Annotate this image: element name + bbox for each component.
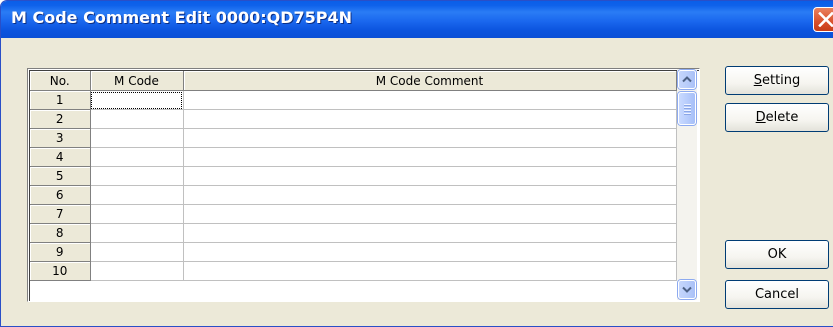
table-row: 2 [30,109,677,129]
m-code-cell[interactable] [90,90,184,110]
scroll-thumb[interactable] [678,92,696,125]
cancel-button-label: Cancel [754,287,800,302]
arrow-up-icon [682,76,692,83]
row-number[interactable]: 7 [30,204,91,224]
close-icon [818,12,833,27]
m-code-comment-cell[interactable] [183,147,677,167]
row-number[interactable]: 4 [30,147,91,167]
ok-button[interactable]: OK [725,240,829,269]
table-row: 6 [30,185,677,205]
table-row: 10 [30,261,677,281]
table-row: 5 [30,166,677,186]
table-row: 9 [30,242,677,262]
table-row: 4 [30,147,677,167]
column-header-no[interactable]: No. [30,71,91,91]
m-code-cell[interactable] [90,204,184,224]
m-code-comment-cell[interactable] [183,242,677,262]
table-row: 8 [30,223,677,243]
close-button[interactable] [813,7,833,32]
window-title: M Code Comment Edit 0000:QD75P4N [11,8,353,27]
m-code-cell[interactable] [90,166,184,186]
m-code-cell[interactable] [90,109,184,129]
m-code-comment-cell[interactable] [183,128,677,148]
row-number[interactable]: 9 [30,242,91,262]
m-code-comment-cell[interactable] [183,166,677,186]
row-number[interactable]: 5 [30,166,91,186]
table-row: 7 [30,204,677,224]
m-code-comment-cell[interactable] [183,223,677,243]
row-number[interactable]: 8 [30,223,91,243]
setting-button[interactable]: Setting [725,66,829,95]
m-code-comment-cell[interactable] [183,261,677,281]
m-code-cell[interactable] [90,147,184,167]
table-header-row: No. M Code M Code Comment [30,71,677,91]
table-row: 3 [30,128,677,148]
cancel-button[interactable]: Cancel [725,280,829,309]
m-code-cell[interactable] [90,242,184,262]
m-code-comment-cell[interactable] [183,90,677,110]
m-code-grid: No. M Code M Code Comment 1 2 3 4 5 6 7 … [27,68,700,302]
m-code-cell[interactable] [90,185,184,205]
scroll-down-button[interactable] [678,280,696,299]
dialog-window: M Code Comment Edit 0000:QD75P4N No. M C… [0,0,833,327]
delete-button[interactable]: Delete [725,103,829,132]
m-code-cell[interactable] [90,128,184,148]
m-code-cell[interactable] [90,223,184,243]
column-header-m-code-comment[interactable]: M Code Comment [183,71,677,91]
scroll-up-button[interactable] [678,70,696,89]
m-code-comment-cell[interactable] [183,185,677,205]
delete-button-label: Delete [755,110,799,125]
row-number[interactable]: 10 [30,261,91,281]
table-row: 1 [30,90,677,110]
ok-button-label: OK [767,247,787,262]
row-number[interactable]: 2 [30,109,91,129]
arrow-down-icon [682,286,692,293]
row-number[interactable]: 1 [30,90,91,110]
m-code-table: No. M Code M Code Comment 1 2 3 4 5 6 7 … [30,71,677,281]
m-code-cell[interactable] [90,261,184,281]
setting-button-label: Setting [753,73,801,88]
row-number[interactable]: 6 [30,185,91,205]
m-code-comment-cell[interactable] [183,109,677,129]
title-bar[interactable]: M Code Comment Edit 0000:QD75P4N [1,1,833,38]
row-number[interactable]: 3 [30,128,91,148]
vertical-scrollbar[interactable] [677,69,697,300]
m-code-comment-cell[interactable] [183,204,677,224]
column-header-m-code[interactable]: M Code [90,71,184,91]
